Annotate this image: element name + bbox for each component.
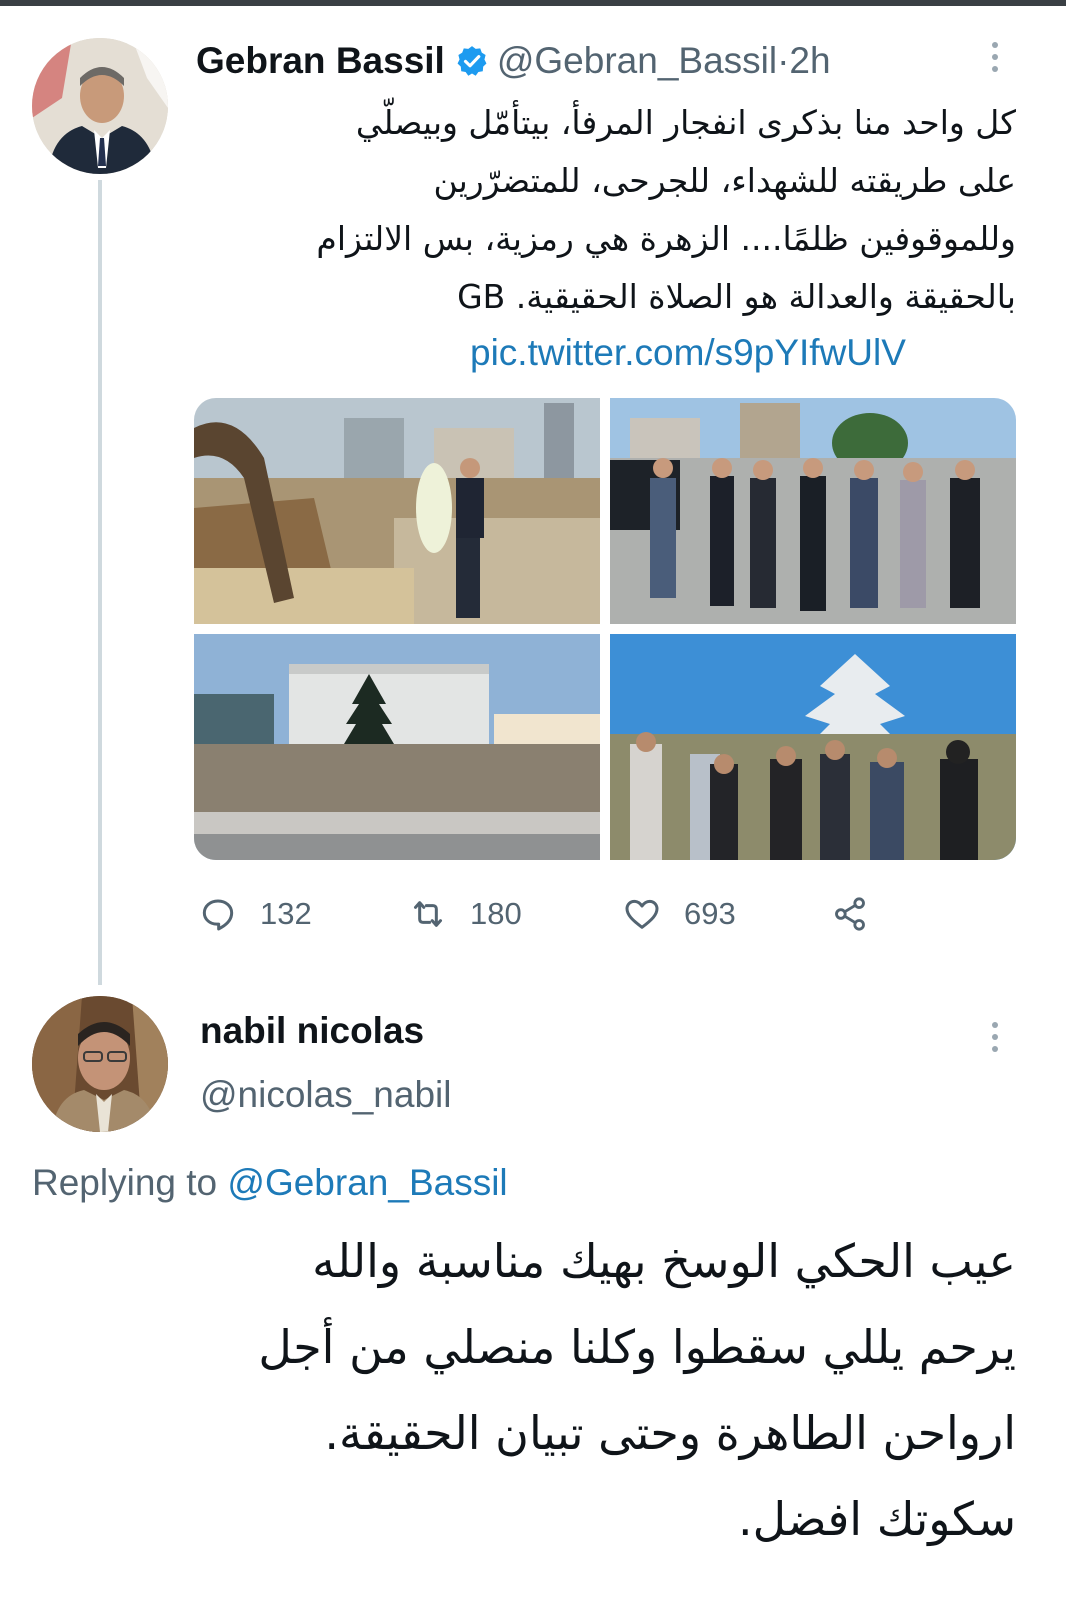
reply-button[interactable]: 132 — [198, 890, 312, 938]
author-handle[interactable]: @Gebran_Bassil — [497, 40, 777, 82]
reply-text-line: ارواحن الطاهرة وحتى تبيان الحقيقة. — [324, 1406, 1016, 1460]
reply-text-line: يرحم يللي سقطوا وكلنا منصلي من أجل — [258, 1320, 1016, 1374]
retweet-button[interactable]: 180 — [408, 890, 522, 938]
time-separator: · — [777, 40, 790, 81]
tweet-text-line: كل واحد منا بذكرى انفجار المرفأ، بيتأمّل… — [355, 103, 1016, 142]
reply-author-name[interactable]: nabil nicolas — [200, 1010, 424, 1052]
retweet-icon — [414, 901, 442, 927]
share-icon — [835, 897, 865, 931]
reply-author-handle[interactable]: @nicolas_nabil — [200, 1074, 451, 1116]
photo-cedar-sculpture[interactable] — [610, 634, 1016, 860]
tweet-time[interactable]: 2h — [789, 40, 830, 82]
verified-icon — [457, 46, 487, 76]
like-count: 693 — [684, 896, 736, 931]
tweet-text: كل واحد منا بذكرى انفجار المرفأ، بيتأمّل… — [216, 94, 1016, 326]
avatar-gebran-bassil[interactable] — [32, 38, 168, 174]
thread-line — [98, 180, 102, 985]
top-bar — [0, 0, 1066, 6]
reply-text: عيب الحكي الوسخ بهيك مناسبة والله يرحم ي… — [16, 1218, 1016, 1562]
tweet-header: Gebran Bassil @Gebran_Bassil · 2h — [196, 36, 831, 86]
pic-link[interactable]: pic.twitter.com/s9pYIfwUlV — [470, 332, 906, 374]
reply-icon — [202, 899, 234, 931]
more-icon[interactable] — [992, 1022, 998, 1052]
reply-count: 132 — [260, 896, 312, 931]
tweet-text-line: وللموقوفين ظلمًا.... الزهرة هي رمزية، بس… — [316, 219, 1016, 258]
replying-to: Replying to @Gebran_Bassil — [32, 1162, 508, 1204]
more-icon[interactable] — [992, 42, 998, 72]
author-name[interactable]: Gebran Bassil — [196, 40, 445, 82]
like-button[interactable]: 693 — [622, 890, 736, 938]
reply-text-line: سكوتك افضل. — [737, 1492, 1016, 1546]
like-icon — [625, 899, 659, 929]
replying-prefix: Replying to — [32, 1162, 228, 1203]
photo-wreath-laying[interactable] — [194, 398, 600, 624]
retweet-count: 180 — [470, 896, 522, 931]
tweet-text-line: بالحقيقة والعدالة هو الصلاة الحقيقية. GB — [457, 277, 1016, 316]
reply-text-line: عيب الحكي الوسخ بهيك مناسبة والله — [312, 1234, 1016, 1288]
media-grid — [194, 398, 1016, 860]
share-button[interactable] — [830, 890, 870, 938]
photo-port-silos[interactable] — [194, 634, 600, 860]
photo-delegation[interactable] — [610, 398, 1016, 624]
tweet-text-line: على طريقته للشهداء، للجرحى، للمتضرّرين — [433, 161, 1017, 200]
replying-mention[interactable]: @Gebran_Bassil — [227, 1162, 507, 1203]
avatar-nabil-nicolas[interactable] — [32, 996, 168, 1132]
